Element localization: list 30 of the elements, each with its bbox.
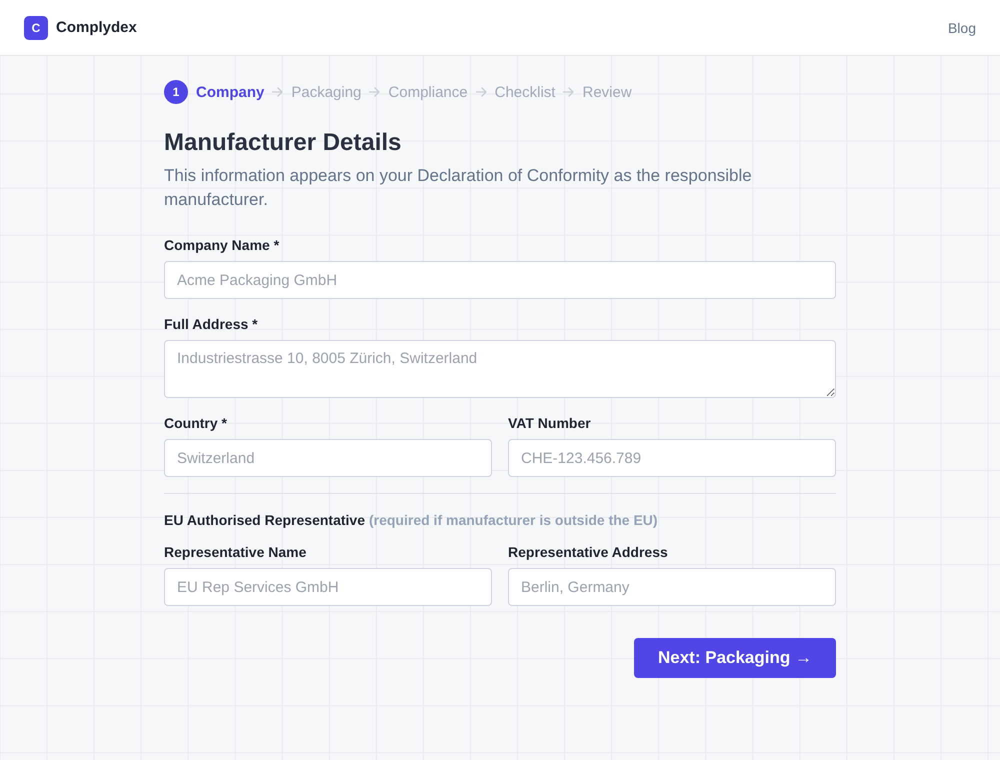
field-label: VAT Number bbox=[508, 414, 592, 433]
arrow-right-icon bbox=[369, 87, 380, 97]
step-tab[interactable]: Company bbox=[196, 84, 264, 100]
brand-name: Complydex bbox=[56, 19, 137, 36]
page-title: Manufacturer Details bbox=[164, 128, 402, 158]
page-description: This information appears on your Declaration of Conformity as the responsible manufacturer. bbox=[164, 165, 753, 211]
section-title: EU Authorised Representative bbox=[164, 511, 365, 530]
arrow-right-icon bbox=[476, 87, 487, 97]
field-label: Country * bbox=[164, 414, 228, 433]
field-label: Representative Address bbox=[508, 543, 669, 562]
section-note: (required if manufacturer is outside the EU) bbox=[368, 511, 658, 530]
step-tab[interactable]: Checklist bbox=[494, 84, 556, 100]
input-field[interactable]: Acme Packaging GmbH bbox=[164, 261, 836, 299]
arrow-right-icon bbox=[563, 87, 574, 97]
input-field[interactable]: EU Rep Services GmbH bbox=[164, 568, 492, 606]
step-number: 1 bbox=[164, 80, 188, 104]
input-field[interactable]: CHE-123.456.789 bbox=[508, 439, 836, 477]
blog-link[interactable]: Blog bbox=[948, 20, 976, 36]
step-tab[interactable]: Review bbox=[582, 84, 632, 100]
textarea-field[interactable]: Industriestrasse 10, 8005 Zürich, Switzerland bbox=[164, 340, 836, 398]
logo-badge: C bbox=[24, 16, 48, 40]
step-tab[interactable]: Packaging bbox=[291, 84, 362, 100]
input-field[interactable]: Berlin, Germany bbox=[508, 568, 836, 606]
input-field[interactable]: Switzerland bbox=[164, 439, 492, 477]
field-label: Company Name * bbox=[164, 236, 280, 255]
step-tab[interactable]: Compliance bbox=[388, 84, 468, 100]
arrow-right-icon bbox=[272, 87, 284, 97]
field-label: Representative Name bbox=[164, 543, 308, 562]
field-label: Full Address * bbox=[164, 315, 259, 334]
next-button[interactable]: Next: Packaging → bbox=[634, 638, 836, 678]
